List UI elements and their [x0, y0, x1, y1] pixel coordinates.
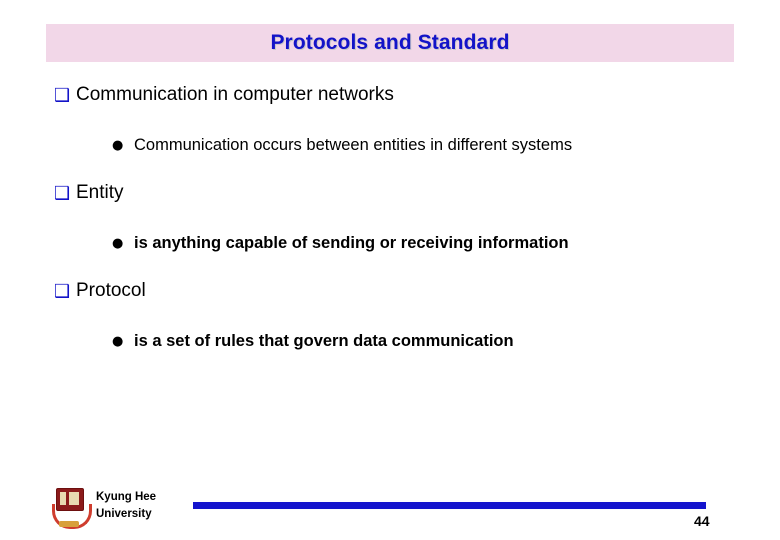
page-number: 44: [694, 513, 710, 529]
bullet-level1-label: Protocol: [76, 280, 146, 301]
bullet-level1-label: Entity: [76, 182, 124, 203]
footer-organization: Kyung Hee University: [96, 489, 156, 522]
square-bullet-icon: ❑: [54, 183, 71, 204]
bullet-level1-entity: ❑ Entity: [54, 182, 124, 204]
university-logo-icon: [52, 488, 92, 529]
bullet-level2-entity-detail: ● is anything capable of sending or rece…: [112, 234, 569, 252]
dot-bullet-icon: ●: [112, 334, 124, 349]
bullet-level2-label: is anything capable of sending or receiv…: [134, 234, 569, 252]
bullet-level2-communication-detail: ● Communication occurs between entities …: [112, 136, 572, 154]
page-title: Protocols and Standard: [270, 31, 510, 54]
footer-organization-line2: University: [96, 507, 152, 520]
bullet-level1-protocol: ❑ Protocol: [54, 280, 146, 302]
square-bullet-icon: ❑: [54, 281, 71, 302]
bullet-level2-protocol-detail: ● is a set of rules that govern data com…: [112, 332, 514, 350]
bullet-level2-label: is a set of rules that govern data commu…: [134, 332, 514, 350]
bullet-level1-communication: ❑ Communication in computer networks: [54, 84, 394, 106]
slide: Protocols and Standard ❑ Communication i…: [0, 0, 780, 540]
square-bullet-icon: ❑: [54, 85, 71, 106]
footer-organization-line1: Kyung Hee: [96, 491, 157, 503]
dot-bullet-icon: ●: [112, 236, 124, 251]
dot-bullet-icon: ●: [112, 138, 124, 153]
bullet-level2-label: Communication occurs between entities in…: [134, 136, 573, 154]
footer-divider: [193, 502, 706, 509]
bullet-level1-label: Communication in computer networks: [76, 84, 394, 105]
slide-title-banner: Protocols and Standard: [46, 24, 734, 62]
